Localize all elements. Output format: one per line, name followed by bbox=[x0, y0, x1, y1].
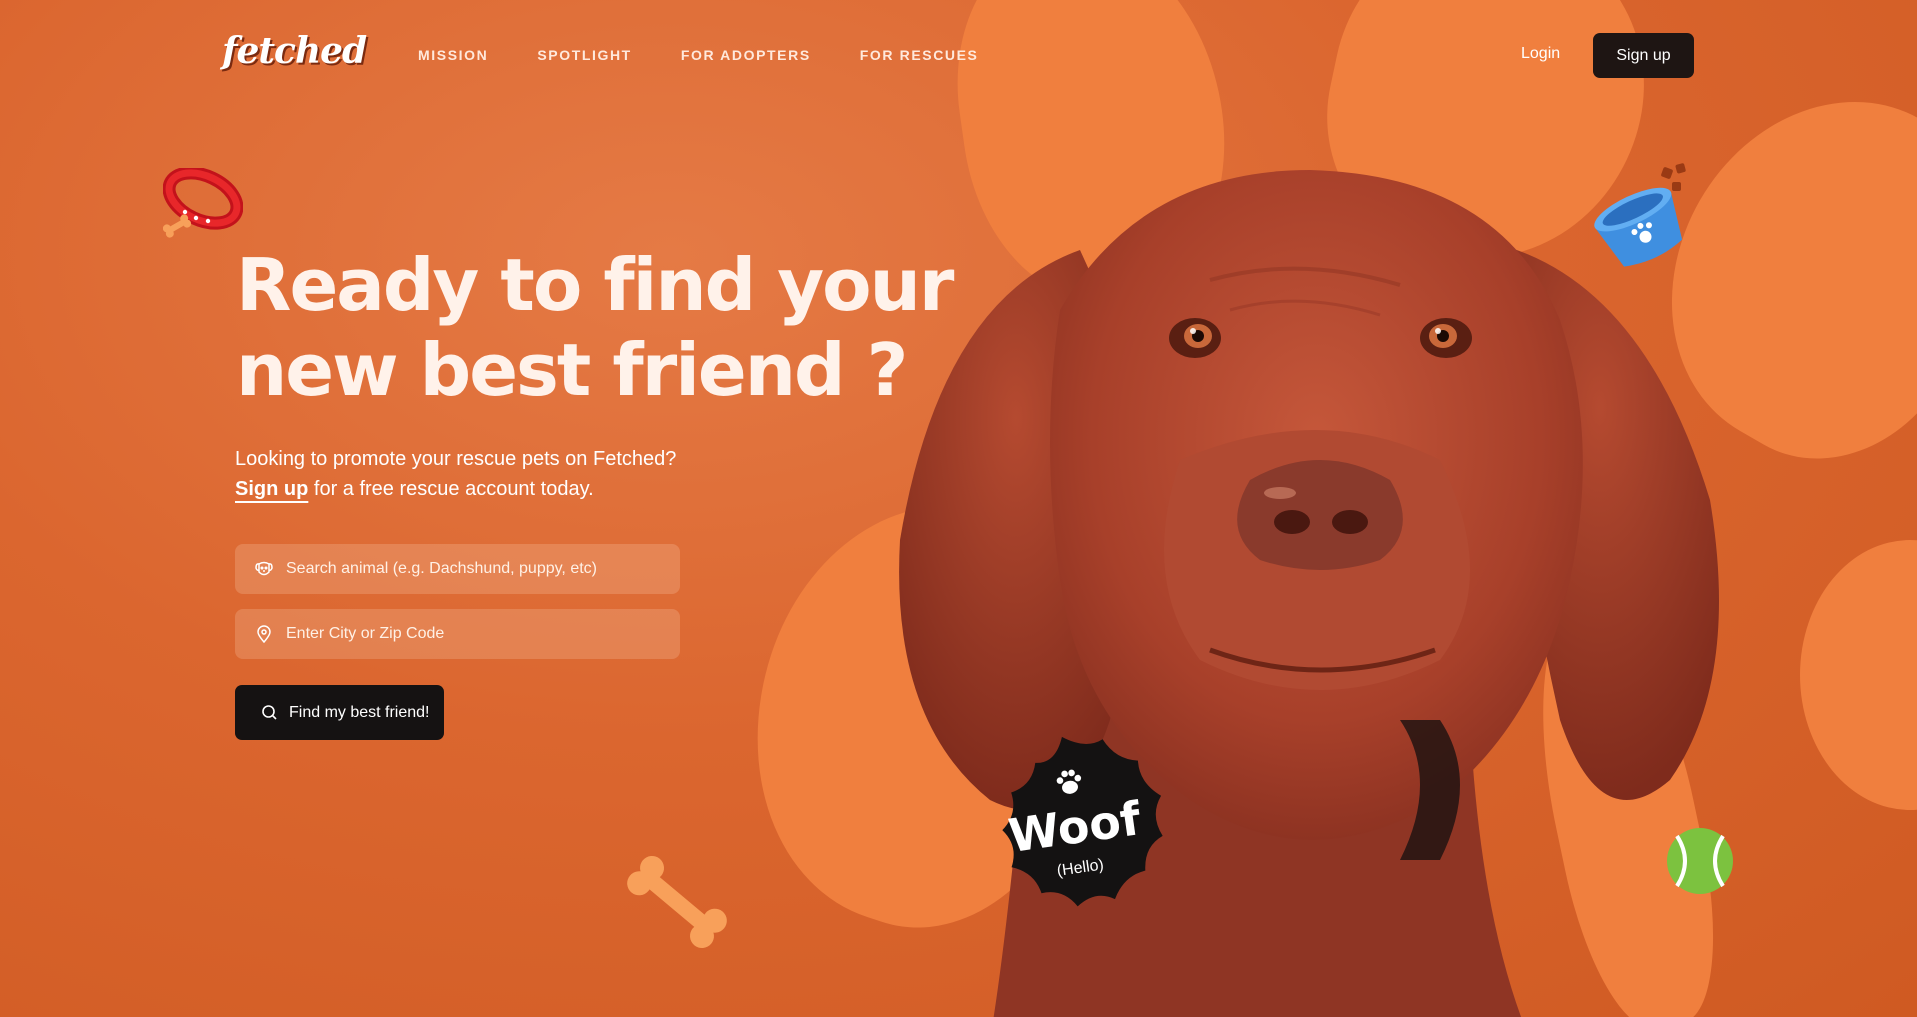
nav-link-mission[interactable]: MISSION bbox=[418, 47, 488, 63]
dog-face-icon bbox=[254, 559, 274, 579]
fetched-logo[interactable]: fetched bbox=[222, 30, 367, 72]
headline-line-2: new best friend ? bbox=[236, 328, 908, 412]
hero-subtitle: Looking to promote your rescue pets on F… bbox=[235, 444, 755, 504]
paw-icon bbox=[1056, 769, 1082, 794]
subtitle-line-2: for a free rescue account today. bbox=[308, 478, 594, 500]
collar-sticker bbox=[163, 168, 243, 238]
hero-headline: Ready to find your new best friend ? bbox=[236, 243, 954, 413]
bone-sticker bbox=[627, 855, 727, 949]
woof-badge: Woof (Hello) bbox=[962, 717, 1188, 943]
subtitle-line-1: Looking to promote your rescue pets on F… bbox=[235, 448, 677, 470]
location-pin-icon bbox=[254, 624, 274, 644]
nav-link-spotlight[interactable]: SPOTLIGHT bbox=[537, 47, 632, 63]
search-icon bbox=[261, 704, 278, 721]
subtitle-signup-link[interactable]: Sign up bbox=[235, 478, 308, 500]
location-input[interactable] bbox=[284, 624, 680, 644]
nav-link-for-adopters[interactable]: FOR ADOPTERS bbox=[681, 47, 811, 63]
nav-link-for-rescues[interactable]: FOR RESCUES bbox=[860, 47, 979, 63]
login-link[interactable]: Login bbox=[1521, 45, 1560, 63]
animal-search-input[interactable] bbox=[284, 559, 680, 579]
landing-page: fetched MISSION SPOTLIGHT FOR ADOPTERS F… bbox=[0, 0, 1917, 1017]
headline-line-1: Ready to find your bbox=[236, 243, 954, 327]
signup-button[interactable]: Sign up bbox=[1593, 33, 1694, 78]
background-blob bbox=[1800, 540, 1917, 810]
tennis-ball-sticker bbox=[1667, 828, 1733, 894]
find-best-friend-button[interactable]: Find my best friend! bbox=[235, 685, 444, 740]
find-best-friend-label: Find my best friend! bbox=[289, 703, 430, 721]
location-field[interactable] bbox=[235, 609, 680, 659]
main-nav: MISSION SPOTLIGHT FOR ADOPTERS FOR RESCU… bbox=[418, 47, 979, 63]
animal-search-field[interactable] bbox=[235, 544, 680, 594]
